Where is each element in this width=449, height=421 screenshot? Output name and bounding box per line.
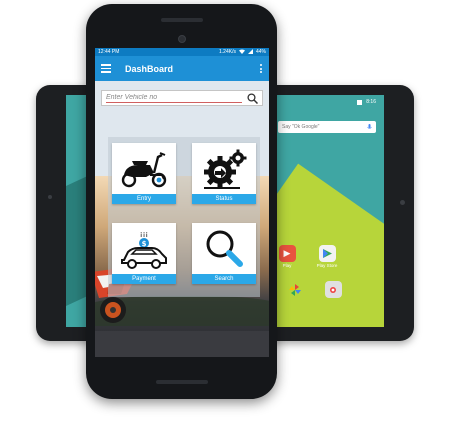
page-title: DashBoard bbox=[125, 63, 174, 74]
tablet-app-playstore[interactable]: Play Store bbox=[312, 245, 342, 268]
search-tile[interactable]: Search bbox=[192, 223, 256, 284]
phone-camera bbox=[178, 35, 186, 43]
svg-text:$: $ bbox=[142, 240, 147, 248]
search-icon[interactable] bbox=[246, 92, 258, 104]
status-bar: 12:44 PM 1.24K/s 44% bbox=[95, 48, 269, 56]
tablet-app-photos[interactable] bbox=[280, 281, 310, 298]
network-speed: 1.24K/s bbox=[219, 49, 236, 55]
more-options-icon[interactable] bbox=[259, 64, 263, 73]
device-mockup: 8:16 Say "Ok Google" ▶ Play Play Store 1… bbox=[0, 0, 449, 421]
vehicle-search-bar bbox=[101, 90, 263, 106]
svg-text:¡¡¡: ¡¡¡ bbox=[140, 230, 148, 238]
tablet-app-label: Play Store bbox=[316, 263, 338, 268]
phone-device: 12:44 PM 1.24K/s 44% DashBoard Enter Veh… bbox=[86, 4, 277, 399]
phone-speaker bbox=[156, 380, 208, 384]
status-label: Status bbox=[192, 194, 256, 204]
search-label: Search bbox=[192, 274, 256, 284]
play-store-icon bbox=[318, 245, 336, 262]
magnifier-icon bbox=[192, 223, 256, 274]
status-time: 12:44 PM bbox=[98, 49, 120, 55]
tablet-app-camera[interactable] bbox=[318, 281, 348, 298]
entry-label: Entry bbox=[112, 194, 176, 204]
gears-icon bbox=[192, 143, 256, 194]
tablet-camera bbox=[400, 200, 405, 205]
mic-icon[interactable] bbox=[367, 124, 372, 130]
menu-icon[interactable] bbox=[101, 64, 111, 73]
phone-screen: 12:44 PM 1.24K/s 44% DashBoard Enter Veh… bbox=[95, 48, 269, 357]
phone-speaker bbox=[161, 18, 203, 22]
tablet-status-bar: 8:16 bbox=[357, 99, 376, 105]
car-payment-icon: ¡¡¡ $ bbox=[112, 223, 176, 274]
dashboard-grid: Entry Status ¡¡¡ $ Payment Search bbox=[108, 137, 260, 297]
tablet-search-placeholder: Say "Ok Google" bbox=[282, 124, 320, 130]
scooter-icon bbox=[112, 143, 176, 194]
payment-tile[interactable]: ¡¡¡ $ Payment bbox=[112, 223, 176, 284]
tablet-clock: 8:16 bbox=[366, 99, 376, 105]
tablet-sensor bbox=[48, 195, 52, 199]
app-bar: DashBoard bbox=[95, 56, 269, 81]
vehicle-number-input[interactable] bbox=[106, 93, 242, 103]
background-road bbox=[95, 331, 269, 357]
wifi-icon bbox=[238, 49, 245, 56]
status-tile[interactable]: Status bbox=[192, 143, 256, 204]
play-games-icon: ▶ bbox=[278, 245, 296, 262]
camera-icon bbox=[324, 281, 342, 298]
signal-icon bbox=[357, 99, 363, 105]
entry-tile[interactable]: Entry bbox=[112, 143, 176, 204]
tablet-google-search[interactable]: Say "Ok Google" bbox=[278, 121, 376, 133]
pinwheel-icon bbox=[287, 281, 304, 298]
battery-level: 44% bbox=[255, 49, 266, 55]
signal-icon bbox=[247, 48, 253, 56]
payment-label: Payment bbox=[112, 274, 176, 284]
